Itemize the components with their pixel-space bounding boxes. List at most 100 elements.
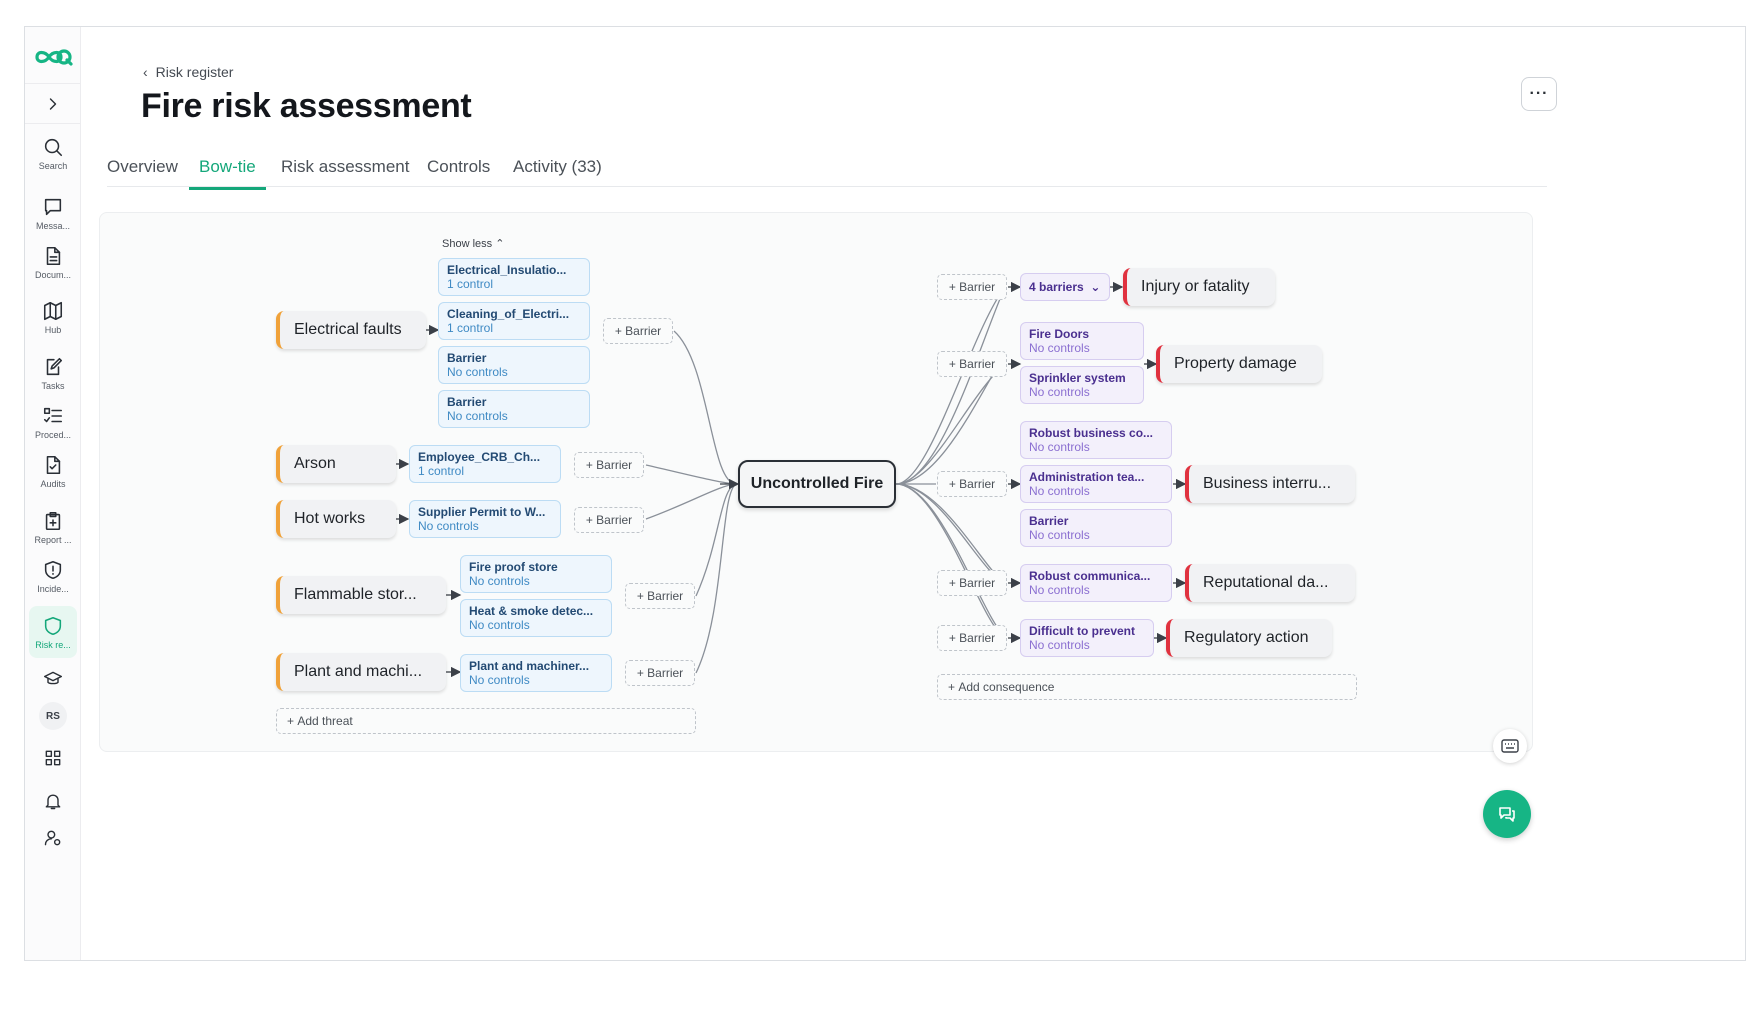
add-barrier-label: Barrier — [959, 631, 996, 645]
sidebar-divider — [25, 123, 81, 124]
barrier-title: Barrier — [447, 395, 487, 409]
barrier-title: Cleaning_of_Electri... — [447, 307, 570, 321]
add-barrier-button[interactable]: + Barrier — [625, 660, 695, 686]
plus-icon: + — [585, 458, 597, 472]
barrier-controls: No controls — [1029, 341, 1090, 355]
sidebar-item-documents[interactable]: Docum... — [29, 236, 77, 288]
sidebar-item-audits[interactable]: Audits — [29, 445, 77, 497]
barrier-controls: No controls — [447, 365, 508, 379]
sidebar-item-label: Messa... — [35, 220, 70, 231]
user-settings-icon[interactable] — [39, 824, 67, 852]
barrier-title: Sprinkler system — [1029, 371, 1126, 385]
barrier-controls: No controls — [418, 519, 479, 533]
more-icon: ··· — [1529, 85, 1549, 102]
bell-icon[interactable] — [39, 787, 67, 815]
tab-bar: Overview Bow-tie Risk assessment Control… — [107, 151, 1547, 190]
add-barrier-button[interactable]: + Barrier — [937, 274, 1007, 300]
preventive-barrier[interactable]: Cleaning_of_Electri... 1 control — [438, 302, 590, 340]
page-title: Fire risk assessment — [141, 87, 472, 125]
preventive-barrier[interactable]: Supplier Permit to W... No controls — [409, 500, 561, 538]
add-barrier-button[interactable]: + Barrier — [603, 318, 673, 344]
tab-activity[interactable]: Activity (33) — [513, 157, 602, 187]
barrier-controls: No controls — [469, 574, 530, 588]
mitigating-barrier[interactable]: Robust business co... No controls — [1020, 421, 1172, 459]
preventive-barrier[interactable]: Fire proof store No controls — [460, 555, 612, 593]
barrier-controls: 1 control — [418, 464, 465, 478]
mitigating-barrier[interactable]: Robust communica... No controls — [1020, 564, 1172, 602]
add-barrier-label: Barrier — [647, 666, 684, 680]
apps-grid-icon[interactable] — [39, 744, 67, 772]
sidebar-item-messages[interactable]: Messa... — [29, 187, 77, 239]
tab-bow-tie[interactable]: Bow-tie — [189, 157, 266, 190]
barrier-controls: No controls — [469, 673, 530, 687]
add-barrier-button[interactable]: + Barrier — [937, 570, 1007, 596]
avatar[interactable]: RS — [39, 702, 67, 730]
barrier-controls: No controls — [469, 618, 530, 632]
preventive-barrier[interactable]: Electrical_Insulatio... 1 control — [438, 258, 590, 296]
app-window: Search Messa... Docum... Hub Tasks Proce… — [24, 26, 1746, 961]
add-barrier-label: Barrier — [959, 280, 996, 294]
sidebar-item-label: Docum... — [34, 269, 71, 280]
breadcrumb[interactable]: ‹ Risk register — [143, 64, 233, 80]
task-icon — [46, 357, 63, 375]
threat-node[interactable]: Flammable stor... — [276, 576, 446, 614]
preventive-barrier[interactable]: Barrier No controls — [438, 346, 590, 384]
preventive-barrier[interactable]: Barrier No controls — [438, 390, 590, 428]
barrier-controls: No controls — [1029, 583, 1090, 597]
threat-node[interactable]: Electrical faults — [276, 311, 426, 349]
consequence-node[interactable]: Property damage — [1156, 345, 1322, 383]
tab-overview[interactable]: Overview — [107, 157, 178, 187]
tab-risk-assessment[interactable]: Risk assessment — [281, 157, 409, 187]
sidebar-item-label: Tasks — [41, 380, 65, 391]
threat-node[interactable]: Arson — [276, 445, 396, 483]
preventive-barrier[interactable]: Plant and machiner... No controls — [460, 654, 612, 692]
add-barrier-button[interactable]: + Barrier — [937, 625, 1007, 651]
mitigating-barrier[interactable]: Difficult to prevent No controls — [1020, 619, 1154, 657]
preventive-barrier[interactable]: Employee_CRB_Ch... 1 control — [409, 445, 561, 483]
add-barrier-button[interactable]: + Barrier — [625, 583, 695, 609]
sidebar-item-tasks[interactable]: Tasks — [29, 347, 77, 399]
add-barrier-button[interactable]: + Barrier — [937, 351, 1007, 377]
more-options-button[interactable]: ··· — [1521, 77, 1557, 111]
top-event-node[interactable]: Uncontrolled Fire — [738, 460, 896, 508]
mitigating-barrier[interactable]: Fire Doors No controls — [1020, 322, 1144, 360]
barrier-controls: No controls — [1029, 638, 1090, 652]
add-barrier-button[interactable]: + Barrier — [937, 471, 1007, 497]
sidebar-item-search[interactable]: Search — [29, 127, 77, 179]
add-consequence-label: Add consequence — [958, 680, 1055, 694]
threat-node[interactable]: Plant and machi... — [276, 653, 446, 691]
sidebar-item-procedures[interactable]: Proced... — [29, 396, 77, 448]
sidebar-item-label: Report ... — [34, 534, 72, 545]
add-threat-button[interactable]: + Add threat — [276, 708, 696, 734]
sidebar-item-incidents[interactable]: Incide... — [29, 550, 77, 602]
mitigating-barrier[interactable]: Barrier No controls — [1020, 509, 1172, 547]
consequence-node[interactable]: Reputational da... — [1185, 564, 1355, 602]
threat-node[interactable]: Hot works — [276, 500, 396, 538]
mitigating-barrier[interactable]: Sprinkler system No controls — [1020, 366, 1144, 404]
consequence-node[interactable]: Injury or fatality — [1123, 268, 1275, 306]
plus-icon: + — [948, 631, 960, 645]
breadcrumb-link[interactable]: Risk register — [156, 64, 234, 80]
chat-support-button[interactable] — [1483, 790, 1531, 838]
add-barrier-button[interactable]: + Barrier — [574, 507, 644, 533]
sidebar-item-risk-register[interactable]: Risk re... — [29, 606, 77, 658]
preventive-barrier[interactable]: Heat & smoke detec... No controls — [460, 599, 612, 637]
collapsed-barriers-dropdown[interactable]: 4 barriers ⌄ — [1020, 273, 1110, 301]
consequence-node[interactable]: Business interru... — [1185, 465, 1355, 503]
barrier-title: Electrical_Insulatio... — [447, 263, 567, 277]
bow-tie-canvas[interactable]: Show less ⌃ Electrical faults Arson Hot … — [99, 212, 1533, 752]
sidebar-item-reports[interactable]: Report ... — [29, 501, 77, 553]
app-logo-icon[interactable] — [33, 45, 73, 69]
consequence-node[interactable]: Regulatory action — [1166, 619, 1332, 657]
tab-controls[interactable]: Controls — [427, 157, 490, 187]
keyboard-shortcuts-button[interactable] — [1493, 729, 1527, 763]
add-barrier-button[interactable]: + Barrier — [574, 452, 644, 478]
graduation-cap-icon[interactable] — [39, 665, 67, 693]
sidebar-item-hub[interactable]: Hub — [29, 291, 77, 343]
plus-icon: + — [636, 666, 648, 680]
chevron-right-icon[interactable] — [39, 90, 67, 118]
mitigating-barrier[interactable]: Administration tea... No controls — [1020, 465, 1172, 503]
show-less-toggle[interactable]: Show less ⌃ — [442, 237, 504, 250]
add-consequence-button[interactable]: + Add consequence — [937, 674, 1357, 700]
keyboard-icon — [1501, 739, 1519, 753]
